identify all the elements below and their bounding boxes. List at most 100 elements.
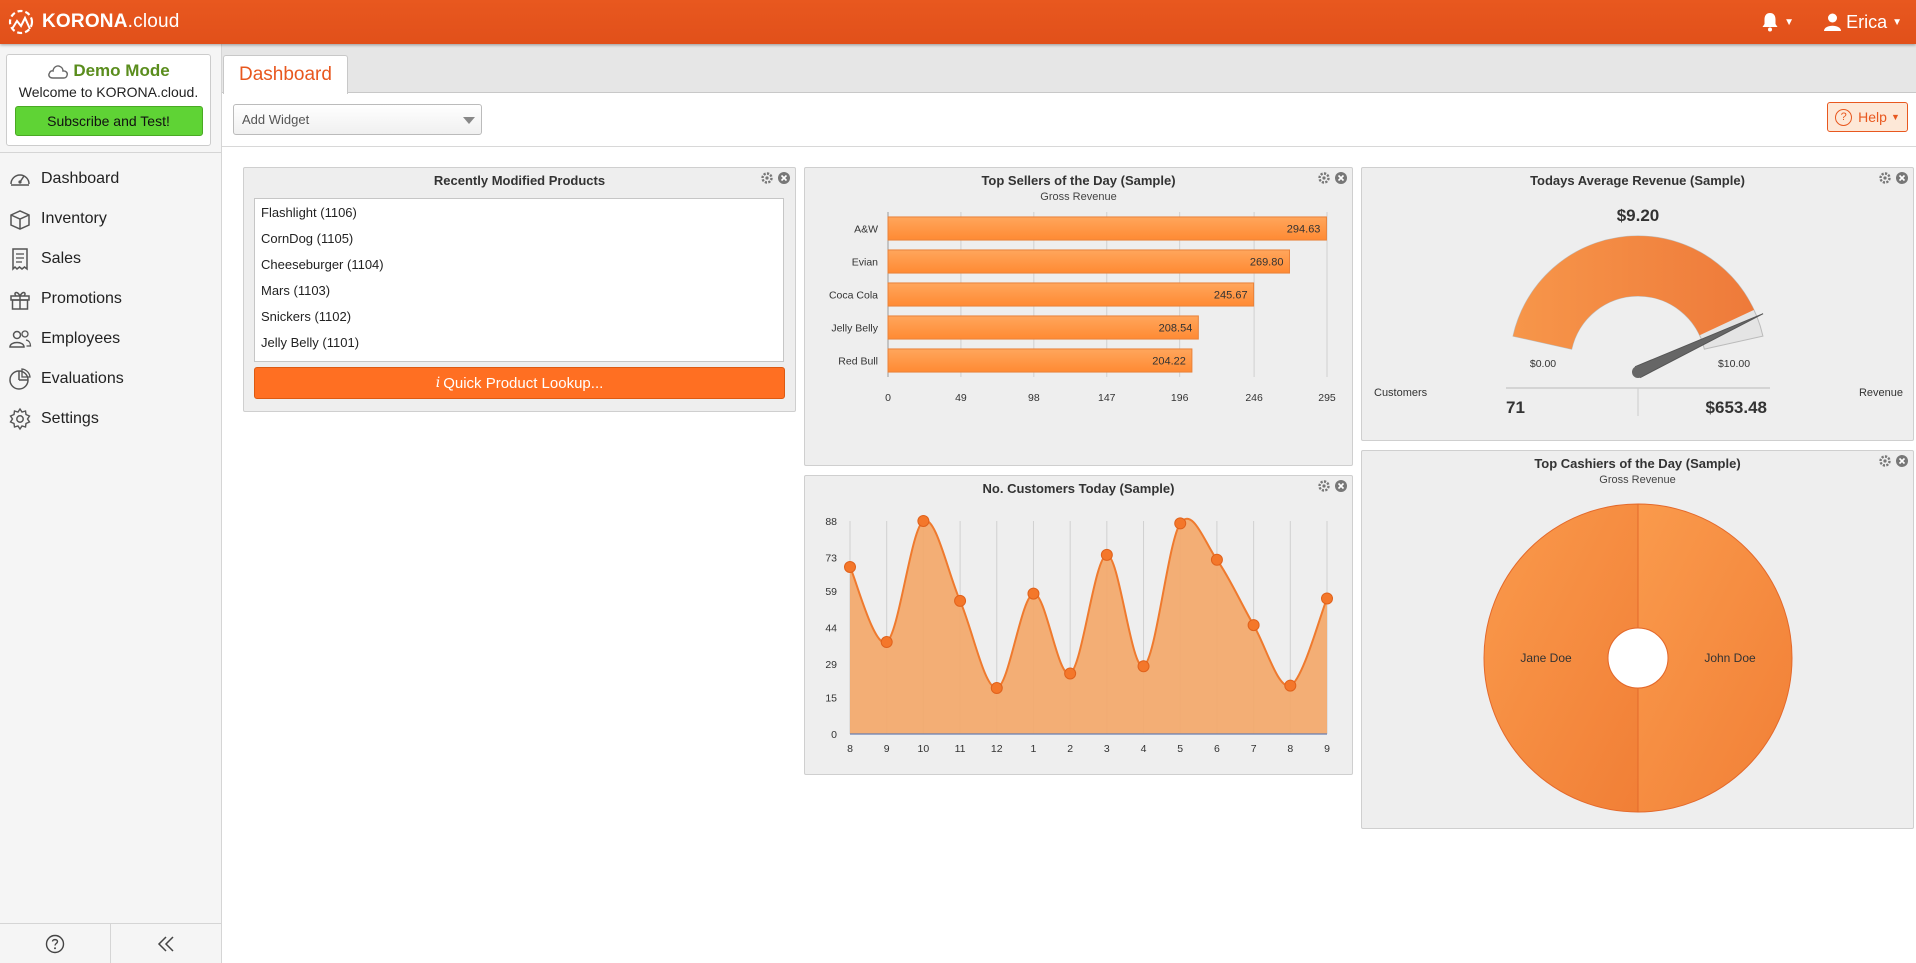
x-tick-label: 11 bbox=[955, 743, 966, 755]
gauge-max-label: $10.00 bbox=[1718, 358, 1750, 370]
data-point bbox=[1210, 553, 1223, 566]
data-label: 245.67 bbox=[1214, 290, 1248, 302]
x-tick-label: 4 bbox=[1141, 743, 1147, 755]
dropdown-arrow-icon bbox=[463, 117, 475, 124]
x-tick-label: 196 bbox=[1171, 392, 1189, 404]
sidebar-item-dashboard[interactable]: Dashboard bbox=[0, 159, 221, 199]
data-point bbox=[880, 636, 893, 649]
customers-today-widget: No. Customers Today (Sample) 8 9 10 11 12 1 2 3… bbox=[804, 475, 1353, 775]
x-tick-label: 1 bbox=[1031, 743, 1037, 755]
sidebar-item-employees[interactable]: Employees bbox=[0, 319, 221, 359]
korona-logo-icon bbox=[8, 9, 34, 35]
sidebar: Demo Mode Welcome to KORONA.cloud. Subsc… bbox=[0, 44, 222, 963]
list-item[interactable]: CornDog (1105) bbox=[255, 225, 783, 251]
notifications-menu[interactable]: ▼ bbox=[1761, 12, 1794, 32]
revenue-value: $653.48 bbox=[1706, 398, 1767, 417]
sidebar-item-label: Settings bbox=[41, 410, 99, 427]
logo[interactable]: KORONA.cloud bbox=[6, 6, 180, 38]
demo-title: Demo Mode bbox=[73, 61, 170, 80]
chevron-down-icon: ▼ bbox=[1784, 16, 1795, 28]
sidebar-item-label: Sales bbox=[41, 250, 82, 267]
widget-settings-gear-icon[interactable] bbox=[760, 171, 774, 185]
sidebar-item-label: Evaluations bbox=[41, 370, 124, 387]
top-sellers-widget: Top Sellers of the Day (Sample) Gross Re… bbox=[804, 167, 1353, 466]
revenue-label: Revenue bbox=[1859, 387, 1903, 399]
cashiers-pie-chart: John Doe Jane Doe bbox=[1483, 503, 1793, 813]
subscribe-button[interactable]: Subscribe and Test! bbox=[14, 106, 203, 136]
x-tick-label: 98 bbox=[1028, 392, 1040, 404]
employees-icon bbox=[9, 330, 32, 348]
inventory-icon bbox=[10, 210, 30, 230]
customers-value: 71 bbox=[1506, 398, 1525, 417]
user-icon bbox=[1824, 13, 1842, 31]
list-item[interactable]: Jelly Belly (1101) bbox=[255, 329, 783, 355]
top-bar: KORONA.cloud ▼ Erica ▼ bbox=[0, 0, 1916, 44]
sidebar-item-evaluations[interactable]: Evaluations bbox=[0, 359, 221, 399]
x-tick-label: 7 bbox=[1251, 743, 1257, 755]
widget-close-icon[interactable] bbox=[777, 171, 791, 185]
y-tick-label: 0 bbox=[831, 729, 837, 741]
data-label: 269.80 bbox=[1250, 257, 1284, 269]
tab-dashboard[interactable]: Dashboard bbox=[223, 55, 348, 94]
widget-title: Recently Modified Products bbox=[433, 173, 606, 188]
collapse-sidebar-button[interactable] bbox=[111, 924, 221, 963]
user-menu[interactable]: Erica ▼ bbox=[1824, 12, 1902, 33]
x-tick-label: 246 bbox=[1245, 392, 1263, 404]
logo-text-light: .cloud bbox=[127, 11, 180, 32]
y-tick-label: A&W bbox=[854, 224, 878, 236]
demo-mode-panel: Demo Mode Welcome to KORONA.cloud. Subsc… bbox=[6, 54, 211, 146]
add-widget-select[interactable]: Add Widget bbox=[233, 104, 482, 135]
sidebar-help-button[interactable] bbox=[0, 924, 111, 963]
sidebar-item-sales[interactable]: Sales bbox=[0, 239, 221, 279]
y-tick-label: 88 bbox=[825, 516, 837, 528]
data-label: 294.63 bbox=[1287, 224, 1321, 236]
double-chevron-left-icon bbox=[157, 935, 174, 952]
gauge-hub bbox=[1632, 366, 1644, 378]
data-point bbox=[1100, 548, 1113, 561]
chevron-down-icon: ▼ bbox=[1892, 16, 1902, 28]
bar bbox=[887, 249, 1290, 274]
gauge-value: $9.20 bbox=[1617, 206, 1660, 225]
x-tick-label: 49 bbox=[955, 392, 967, 404]
top-sellers-bar-chart: 0 49 98 147 196 246 295 A&W 294.63 Evian 269.80 Coc… bbox=[829, 212, 1336, 404]
bar bbox=[887, 315, 1199, 340]
help-button[interactable]: ? Help ▼ bbox=[1827, 102, 1908, 132]
average-revenue-widget: Todays Average Revenue (Sample) $9.20 $0… bbox=[1361, 167, 1914, 441]
revenue-gauge: $9.20 $0.00 $10.00 Customers Revenue 71 … bbox=[1374, 206, 1903, 417]
y-tick-label: Coca Cola bbox=[829, 290, 878, 302]
settings-icon bbox=[9, 407, 31, 431]
list-item[interactable]: Snickers (1102) bbox=[255, 303, 783, 329]
promotions-icon bbox=[10, 291, 30, 310]
sidebar-item-settings[interactable]: Settings bbox=[0, 399, 221, 439]
demo-welcome: Welcome to KORONA.cloud. bbox=[18, 84, 199, 100]
y-tick-label: 59 bbox=[825, 586, 837, 598]
question-circle-icon: ? bbox=[1835, 108, 1853, 126]
sidebar-item-inventory[interactable]: Inventory bbox=[0, 199, 221, 239]
x-tick-label: 12 bbox=[991, 743, 1003, 755]
x-tick-label: 0 bbox=[885, 392, 891, 404]
sales-icon bbox=[12, 248, 28, 271]
sidebar-item-promotions[interactable]: Promotions bbox=[0, 279, 221, 319]
customers-label: Customers bbox=[1374, 387, 1428, 399]
y-tick-label: 15 bbox=[825, 693, 837, 705]
slice-label: John Doe bbox=[1704, 651, 1756, 665]
sidebar-nav: Dashboard Inventory Sales Promotions Emp… bbox=[0, 152, 221, 439]
quick-product-lookup-button[interactable]: i Quick Product Lookup... bbox=[254, 367, 785, 399]
list-item[interactable]: Flashlight (1106) bbox=[255, 199, 783, 225]
bar bbox=[887, 282, 1255, 307]
dashboard-toolbar: Add Widget ? Help ▼ bbox=[222, 94, 1916, 147]
data-point bbox=[844, 560, 856, 573]
top-cashiers-widget: Top Cashiers of the Day (Sample) Gross R… bbox=[1361, 450, 1914, 829]
x-tick-label: 9 bbox=[884, 743, 890, 755]
y-tick-label: 44 bbox=[825, 623, 837, 635]
bar bbox=[887, 348, 1193, 373]
bell-icon bbox=[1762, 13, 1778, 32]
list-item[interactable]: Cheeseburger (1104) bbox=[255, 251, 783, 277]
data-point bbox=[954, 594, 967, 607]
cloud-icon bbox=[48, 64, 69, 79]
y-tick-label: Evian bbox=[852, 257, 878, 269]
x-tick-label: 9 bbox=[1324, 743, 1330, 755]
data-point bbox=[1174, 517, 1187, 530]
data-point bbox=[1321, 592, 1333, 605]
list-item[interactable]: Mars (1103) bbox=[255, 277, 783, 303]
